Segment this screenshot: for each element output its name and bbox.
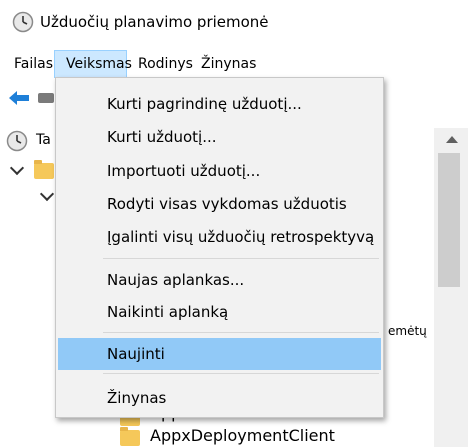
menu-file[interactable]: Failas: [12, 50, 55, 78]
menu-view[interactable]: Rodinys: [136, 50, 195, 78]
folder-icon: [34, 160, 54, 179]
menu-item-import-task[interactable]: Importuoti užduotį...: [58, 155, 381, 187]
scroll-up-icon[interactable]: [446, 136, 458, 143]
clock-icon[interactable]: [6, 130, 28, 152]
menu-item-refresh[interactable]: Naujinti: [58, 338, 381, 370]
menu-item-enable-history[interactable]: Įgalinti visų užduočių retrospektyvą: [58, 221, 381, 253]
action-menu-dropdown: Kurti pagrindinę užduotį... Kurti užduot…: [55, 77, 384, 418]
menu-action[interactable]: Veiksmas: [54, 50, 132, 78]
window-title: Užduočių planavimo priemonė: [40, 13, 269, 31]
menu-item-create-basic-task[interactable]: Kurti pagrindinę užduotį...: [58, 88, 381, 120]
scroll-thumb[interactable]: [438, 153, 460, 287]
tree-item[interactable]: AppxDeploymentClient: [150, 426, 335, 445]
menu-bar: Failas Veiksmas Rodinys Žinynas: [0, 50, 468, 78]
menu-item-help[interactable]: Žinynas: [58, 382, 381, 414]
menu-item-create-task[interactable]: Kurti užduotį...: [58, 121, 381, 153]
tree-root-label[interactable]: Ta: [36, 132, 51, 148]
menu-item-display-running-tasks[interactable]: Rodyti visas vykdomas užduotis: [58, 188, 381, 220]
column-header-partial: emėtų: [388, 324, 427, 338]
menu-separator: [103, 258, 379, 259]
menu-separator: [103, 332, 379, 333]
menu-help[interactable]: Žinynas: [199, 50, 258, 78]
forward-arrow-icon[interactable]: [38, 93, 54, 103]
folder-icon: [120, 427, 140, 446]
menu-separator: [103, 373, 379, 374]
title-bar: Užduočių planavimo priemonė: [0, 0, 468, 44]
menu-item-new-folder[interactable]: Naujas aplankas...: [58, 264, 381, 296]
back-arrow-icon[interactable]: [8, 90, 30, 106]
menu-item-delete-folder[interactable]: Naikinti aplanką: [58, 296, 381, 328]
clock-icon: [12, 11, 34, 33]
